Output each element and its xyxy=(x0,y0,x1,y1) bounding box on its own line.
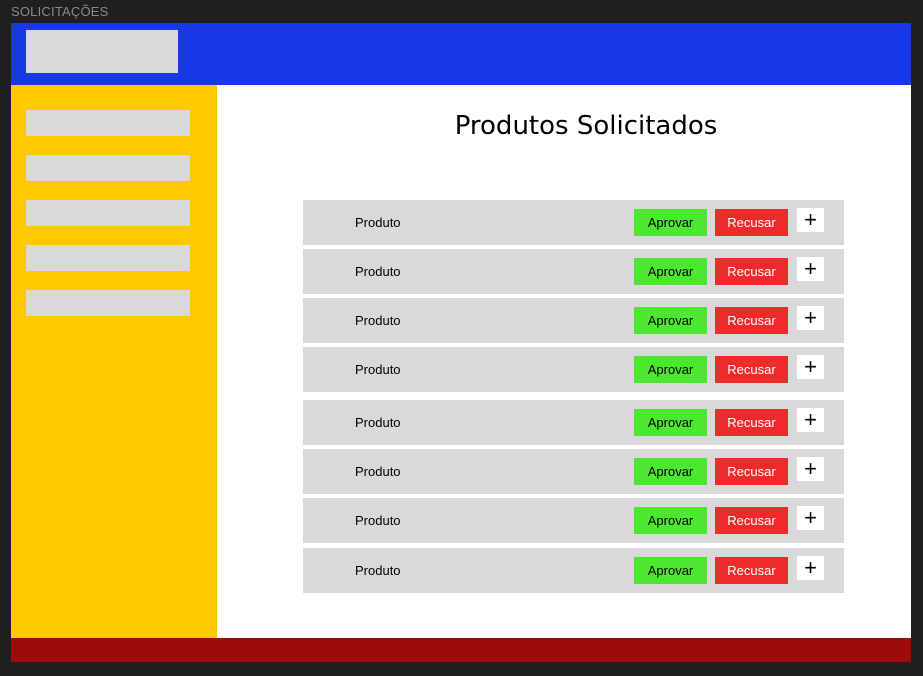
approve-button[interactable]: Aprovar xyxy=(634,356,707,383)
plus-icon[interactable]: + xyxy=(797,506,824,530)
product-label: Produto xyxy=(355,215,401,230)
page-title: Produtos Solicitados xyxy=(454,111,718,141)
product-label: Produto xyxy=(355,513,401,528)
sidebar-item-1[interactable] xyxy=(26,110,190,136)
reject-button[interactable]: Recusar xyxy=(715,458,788,485)
logo-placeholder[interactable] xyxy=(26,30,178,73)
product-label: Produto xyxy=(355,563,401,578)
plus-icon[interactable]: + xyxy=(797,257,824,281)
table-row: Produto Aprovar Recusar + xyxy=(303,548,844,593)
product-label: Produto xyxy=(355,362,401,377)
table-row: Produto Aprovar Recusar + xyxy=(303,249,844,294)
sidebar-item-3[interactable] xyxy=(26,200,190,226)
product-label: Produto xyxy=(355,464,401,479)
table-row: Produto Aprovar Recusar + xyxy=(303,347,844,392)
plus-icon[interactable]: + xyxy=(797,208,824,232)
header xyxy=(11,23,911,85)
reject-button[interactable]: Recusar xyxy=(715,356,788,383)
table-row: Produto Aprovar Recusar + xyxy=(303,498,844,543)
frame-title: SOLICITAÇÕES xyxy=(11,4,109,19)
product-label: Produto xyxy=(355,264,401,279)
reject-button[interactable]: Recusar xyxy=(715,557,788,584)
product-label: Produto xyxy=(355,313,401,328)
table-row: Produto Aprovar Recusar + xyxy=(303,400,844,445)
table-row: Produto Aprovar Recusar + xyxy=(303,200,844,245)
plus-icon[interactable]: + xyxy=(797,556,824,580)
approve-button[interactable]: Aprovar xyxy=(634,557,707,584)
plus-icon[interactable]: + xyxy=(797,457,824,481)
sidebar-item-5[interactable] xyxy=(26,290,190,316)
reject-button[interactable]: Recusar xyxy=(715,258,788,285)
approve-button[interactable]: Aprovar xyxy=(634,209,707,236)
approve-button[interactable]: Aprovar xyxy=(634,258,707,285)
sidebar xyxy=(11,85,217,638)
sidebar-item-2[interactable] xyxy=(26,155,190,181)
plus-icon[interactable]: + xyxy=(797,408,824,432)
plus-icon[interactable]: + xyxy=(797,306,824,330)
table-row: Produto Aprovar Recusar + xyxy=(303,449,844,494)
reject-button[interactable]: Recusar xyxy=(715,409,788,436)
approve-button[interactable]: Aprovar xyxy=(634,458,707,485)
approve-button[interactable]: Aprovar xyxy=(634,507,707,534)
plus-icon[interactable]: + xyxy=(797,355,824,379)
product-label: Produto xyxy=(355,415,401,430)
approve-button[interactable]: Aprovar xyxy=(634,307,707,334)
footer xyxy=(11,638,911,662)
reject-button[interactable]: Recusar xyxy=(715,307,788,334)
reject-button[interactable]: Recusar xyxy=(715,209,788,236)
sidebar-item-4[interactable] xyxy=(26,245,190,271)
reject-button[interactable]: Recusar xyxy=(715,507,788,534)
approve-button[interactable]: Aprovar xyxy=(634,409,707,436)
app-frame: Produtos Solicitados Produto Aprovar Rec… xyxy=(11,23,911,662)
table-row: Produto Aprovar Recusar + xyxy=(303,298,844,343)
